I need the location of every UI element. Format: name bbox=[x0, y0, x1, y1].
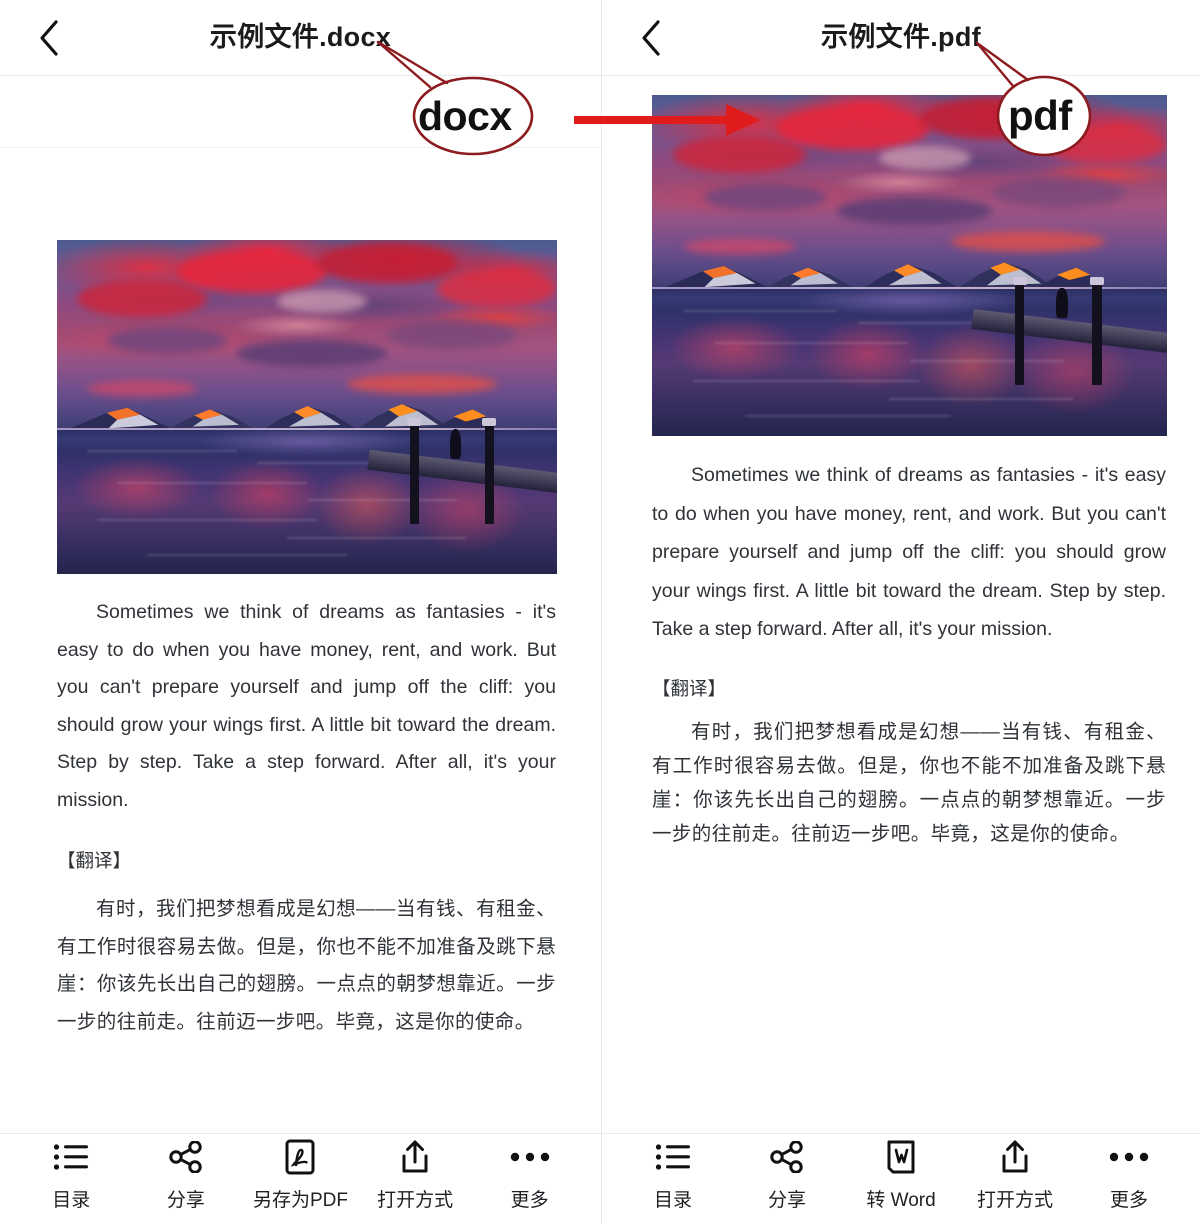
document-title-docx: 示例文件.docx bbox=[209, 22, 392, 52]
document-photo-docx bbox=[57, 240, 557, 574]
chevron-left-icon bbox=[38, 19, 60, 57]
bottom-toolbar-docx: 目录 分享 另存为PDF 打开方式 更多 bbox=[0, 1133, 601, 1223]
paragraph-english-docx: Sometimes we think of dreams as fantasie… bbox=[57, 601, 556, 811]
toolbar-label: 更多 bbox=[1109, 1190, 1148, 1211]
toolbar-label: 目录 bbox=[653, 1190, 692, 1211]
toolbar-item-more-docx[interactable]: 更多 bbox=[478, 1139, 582, 1212]
toolbar-item-catalog-pdf[interactable]: 目录 bbox=[621, 1139, 725, 1212]
share-icon bbox=[770, 1139, 804, 1175]
toolbar-label: 目录 bbox=[52, 1190, 91, 1211]
paragraph-chinese-pdf: 有时，我们把梦想看成是幻想——当有钱、有租金、有工作时很容易去做。但是，你也不能… bbox=[652, 720, 1166, 845]
pdf-file-icon bbox=[285, 1139, 315, 1175]
more-icon bbox=[1109, 1139, 1149, 1175]
panel-docx: 示例文件.docx Sometimes we think of dreams a… bbox=[0, 0, 601, 1223]
document-viewport-docx[interactable]: Sometimes we think of dreams as fantasie… bbox=[0, 148, 601, 1133]
list-icon bbox=[53, 1139, 89, 1175]
bottom-toolbar-pdf: 目录 分享 转 Word 打开方式 更多 bbox=[602, 1133, 1200, 1223]
panel-pdf: 示例文件.pdf Sometimes we think of dreams as… bbox=[601, 0, 1200, 1223]
toolbar-item-convert-to-word-pdf[interactable]: 转 Word bbox=[849, 1139, 953, 1212]
toolbar-item-more-pdf[interactable]: 更多 bbox=[1077, 1139, 1181, 1212]
toolbar-label: 转 Word bbox=[866, 1190, 936, 1211]
back-button-docx[interactable] bbox=[28, 17, 70, 59]
more-icon bbox=[510, 1139, 550, 1175]
toolbar-label: 另存为PDF bbox=[252, 1190, 348, 1211]
back-button-pdf[interactable] bbox=[630, 17, 672, 59]
translation-tag-docx: 【翻译】 bbox=[57, 850, 132, 871]
toolbar-label: 分享 bbox=[166, 1190, 205, 1211]
paragraph-english-pdf: Sometimes we think of dreams as fantasie… bbox=[652, 464, 1166, 640]
chevron-left-icon bbox=[640, 19, 662, 57]
toolbar-label: 更多 bbox=[510, 1190, 549, 1211]
paragraph-chinese-docx: 有时，我们把梦想看成是幻想——当有钱、有租金、有工作时很容易去做。但是，你也不能… bbox=[57, 898, 556, 1033]
toolbar-item-open-with-docx[interactable]: 打开方式 bbox=[363, 1139, 467, 1212]
toolbar-label: 打开方式 bbox=[976, 1190, 1053, 1211]
toolbar-label: 分享 bbox=[767, 1190, 806, 1211]
toolbar-item-share-docx[interactable]: 分享 bbox=[134, 1139, 238, 1212]
document-viewport-pdf[interactable]: Sometimes we think of dreams as fantasie… bbox=[602, 90, 1200, 1133]
word-file-icon bbox=[885, 1139, 917, 1175]
toolbar-item-open-with-pdf[interactable]: 打开方式 bbox=[963, 1139, 1067, 1212]
translation-tag-pdf: 【翻译】 bbox=[652, 677, 727, 699]
list-icon bbox=[655, 1139, 691, 1175]
document-title-pdf: 示例文件.pdf bbox=[821, 22, 981, 52]
header-pdf: 示例文件.pdf bbox=[602, 0, 1200, 76]
header-docx: 示例文件.docx bbox=[0, 0, 601, 76]
header-gap-docx bbox=[0, 76, 601, 148]
dual-panel-comparison-screenshot: 示例文件.docx Sometimes we think of dreams a… bbox=[0, 0, 1200, 1223]
open-with-icon bbox=[399, 1139, 431, 1175]
toolbar-label: 打开方式 bbox=[377, 1190, 454, 1211]
share-icon bbox=[169, 1139, 203, 1175]
toolbar-item-share-pdf[interactable]: 分享 bbox=[735, 1139, 839, 1212]
header-gap-pdf bbox=[602, 76, 1200, 90]
open-with-icon bbox=[999, 1139, 1031, 1175]
toolbar-item-save-as-pdf-docx[interactable]: 另存为PDF bbox=[248, 1139, 352, 1212]
toolbar-item-catalog-docx[interactable]: 目录 bbox=[19, 1139, 123, 1212]
document-photo-pdf bbox=[652, 95, 1167, 436]
